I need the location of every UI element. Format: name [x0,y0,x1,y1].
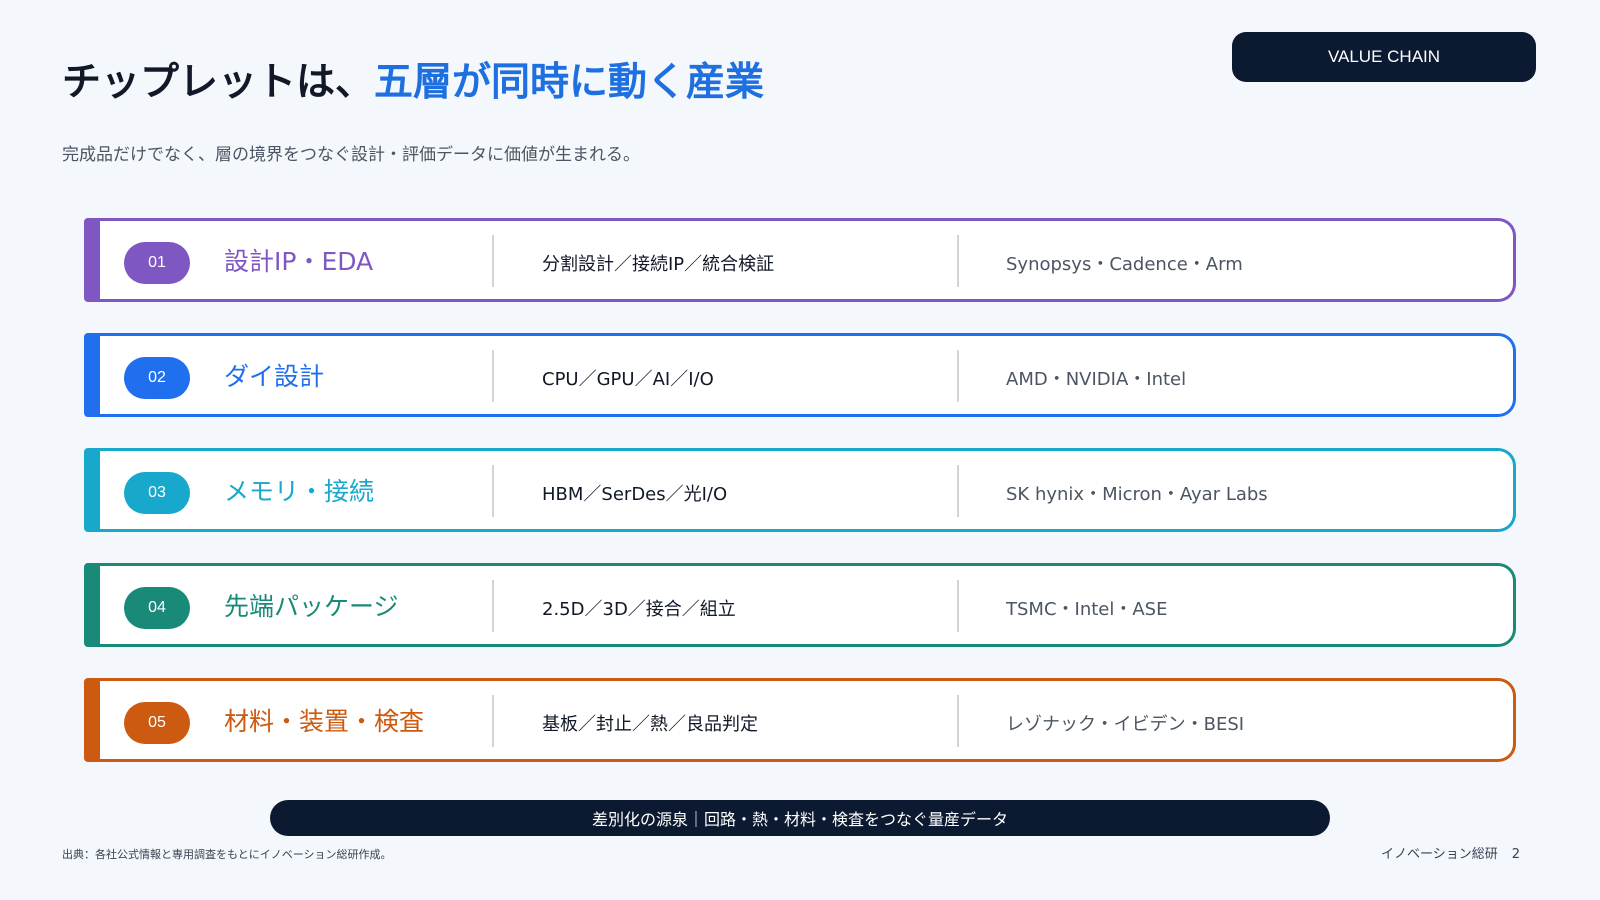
layer-players: SK hynix・Micron・Ayar Labs [1006,484,1268,505]
layer-name: 先端パッケージ [224,592,399,621]
layer-row-design-ip: 01 設計IP・EDA 分割設計／接続IP／統合検証 Synopsys・Cade… [84,218,1516,302]
title-accent: 五層が同時に動く産業 [374,60,765,105]
layer-technologies: 分割設計／接続IP／統合検証 [542,254,775,275]
value-chain-layers: 01 設計IP・EDA 分割設計／接続IP／統合検証 Synopsys・Cade… [84,218,1516,793]
layer-row-materials-equipment: 05 材料・装置・検査 基板／封止／熱／良品判定 レゾナック・イビデン・BESI [84,678,1516,762]
layer-players: Synopsys・Cadence・Arm [1006,254,1243,275]
column-divider [492,465,494,517]
layer-technologies: 基板／封止／熱／良品判定 [542,714,758,735]
column-divider [957,235,959,287]
layer-technologies: 2.5D／3D／接合／組立 [542,599,736,620]
layer-row-memory-interconnect: 03 メモリ・接続 HBM／SerDes／光I/O SK hynix・Micro… [84,448,1516,532]
layer-name: メモリ・接続 [224,477,375,506]
column-divider [957,695,959,747]
column-divider [957,350,959,402]
column-divider [492,580,494,632]
page-title: チップレットは、五層が同時に動く産業 [62,58,764,109]
layer-technologies: CPU／GPU／AI／I/O [542,369,714,390]
differentiation-banner: 差別化の源泉｜回路・熱・材料・検査をつなぐ量産データ [270,800,1330,836]
page-number: 2 [1511,847,1520,862]
layer-players: TSMC・Intel・ASE [1006,599,1168,620]
page-subtitle: 完成品だけでなく、層の境界をつなぐ設計・評価データに価値が生まれる。 [62,145,640,165]
layer-name: ダイ設計 [224,362,325,391]
column-divider [957,465,959,517]
source-note: 出典：各社公式情報と専用調査をもとにイノベーション総研作成。 [62,848,392,861]
layer-number-badge: 01 [124,242,190,284]
layer-row-die-design: 02 ダイ設計 CPU／GPU／AI／I/O AMD・NVIDIA・Intel [84,333,1516,417]
layer-number-badge: 02 [124,357,190,399]
layer-row-advanced-packaging: 04 先端パッケージ 2.5D／3D／接合／組立 TSMC・Intel・ASE [84,563,1516,647]
layer-players: レゾナック・イビデン・BESI [1006,714,1245,735]
column-divider [492,695,494,747]
layer-number-badge: 04 [124,587,190,629]
layer-players: AMD・NVIDIA・Intel [1006,369,1187,390]
column-divider [492,235,494,287]
footer: イノベーション総研 2 [1381,843,1520,862]
footer-org: イノベーション総研 [1380,847,1498,862]
layer-name: 材料・装置・検査 [224,707,425,736]
column-divider [957,580,959,632]
column-divider [492,350,494,402]
title-lead: チップレットは、 [62,60,375,105]
layer-name: 設計IP・EDA [224,247,374,276]
layer-number-badge: 05 [124,702,190,744]
layer-technologies: HBM／SerDes／光I/O [542,484,728,505]
layer-number-badge: 03 [124,472,190,514]
value-chain-badge: VALUE CHAIN [1232,32,1536,82]
